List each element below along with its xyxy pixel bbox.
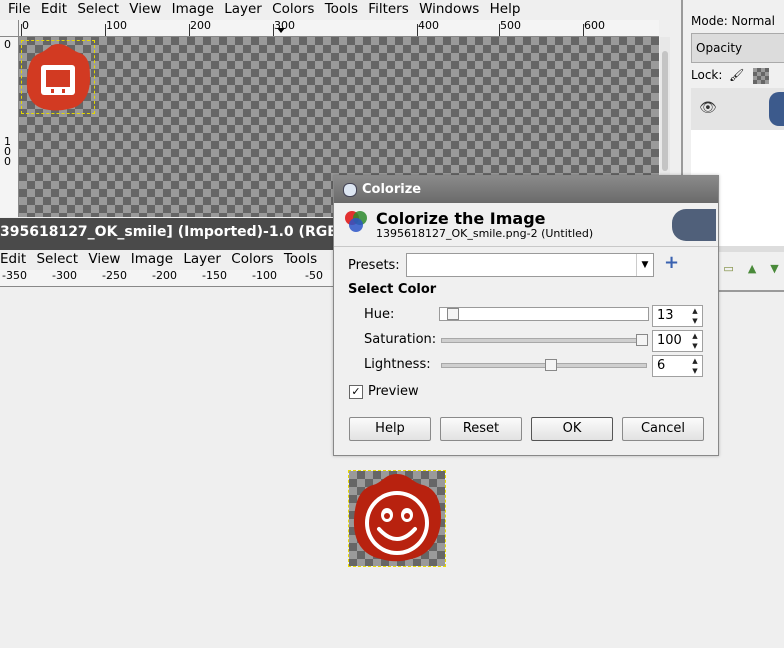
lock-alpha-icon[interactable] [753, 68, 769, 84]
menu-edit[interactable]: Edit [41, 0, 73, 18]
bottom-ruler: -350 -300 -250 -200 -150 -100 -50 [0, 270, 336, 287]
spin-arrows-icon[interactable]: ▲ ▼ [688, 356, 702, 376]
menu-image[interactable]: Image [172, 0, 220, 18]
saturation-value: 100 [657, 333, 682, 348]
menu-layer[interactable]: Layer [183, 250, 227, 268]
menu-view[interactable]: View [88, 250, 126, 268]
menu-colors[interactable]: Colors [231, 250, 279, 268]
lightness-slider-thumb[interactable] [545, 359, 557, 371]
window-titlebar[interactable]: 395618127_OK_smile] (Imported)-1.0 (RGB … [0, 218, 444, 250]
spin-arrows-icon[interactable]: ▲ ▼ [688, 331, 702, 351]
folder-icon[interactable]: ▭ [723, 262, 733, 275]
hue-value: 13 [657, 308, 674, 323]
lightness-value: 6 [657, 358, 666, 373]
top-image-thumb [21, 40, 95, 114]
ruler-ticks [21, 24, 584, 36]
left-ruler: 0 1 0 0 [0, 37, 19, 217]
top-ruler: 0 100 200 300 400 500 600 [19, 20, 659, 37]
cancel-button[interactable]: Cancel [622, 417, 704, 441]
menu-filters[interactable]: Filters [368, 0, 414, 18]
presets-combo[interactable]: ▼ [406, 253, 654, 277]
menu-tools[interactable]: Tools [284, 250, 323, 268]
saturation-spinbox[interactable]: 100 ▲ ▼ [652, 330, 703, 352]
opacity-field[interactable]: Opacity [691, 33, 784, 63]
lightness-spinbox[interactable]: 6 ▲ ▼ [652, 355, 703, 377]
preview-checkbox[interactable]: ✓ [349, 385, 363, 399]
opacity-label: Opacity [696, 41, 743, 55]
saturation-slider-thumb[interactable] [636, 334, 648, 346]
menu-edit[interactable]: Edit [0, 250, 32, 268]
dialog-titlebar[interactable]: Colorize [334, 176, 718, 203]
lightness-slider[interactable] [441, 359, 647, 371]
bottom-image [348, 470, 446, 567]
ruler-label: -350 [2, 270, 27, 282]
bottom-menubar: Edit Select View Image Layer Colors Tool… [0, 250, 336, 268]
menu-image[interactable]: Image [131, 250, 179, 268]
hue-label: Hue: [364, 307, 395, 322]
hue-spinbox[interactable]: 13 ▲ ▼ [652, 305, 703, 327]
hue-slider-thumb[interactable] [447, 308, 459, 320]
saturation-label: Saturation: [364, 332, 437, 347]
top-menubar: File Edit Select View Image Layer Colors… [0, 0, 680, 18]
layer-row[interactable]: 👁 [691, 88, 784, 130]
divider [334, 246, 718, 247]
dialog-heading: Colorize the Image [376, 209, 546, 228]
preview-label: Preview [368, 384, 419, 399]
lock-label: Lock: [691, 68, 723, 82]
raise-layer-icon[interactable]: ▲ [748, 262, 756, 275]
ok-button[interactable]: OK [531, 417, 613, 441]
eye-icon[interactable]: 👁 [699, 100, 717, 116]
gimp-icon [343, 183, 357, 197]
colorize-icon [343, 209, 369, 235]
ruler-label: 0 [4, 155, 11, 168]
colorize-dialog: Colorize Colorize the Image 1395618127_O… [333, 175, 719, 456]
dialog-title: Colorize [362, 182, 422, 197]
lightness-label: Lightness: [364, 357, 431, 372]
menu-file[interactable]: File [0, 0, 37, 18]
reset-button[interactable]: Reset [440, 417, 522, 441]
preview-thumbnail [672, 209, 716, 241]
ruler-label: -150 [202, 270, 227, 282]
ruler-corner[interactable] [0, 20, 19, 37]
ruler-label: -100 [252, 270, 277, 282]
lower-layer-icon[interactable]: ▼ [770, 262, 778, 275]
layer-thumbnail [769, 92, 784, 126]
add-preset-icon[interactable]: + [664, 253, 679, 273]
menu-tools[interactable]: Tools [325, 0, 364, 18]
menu-windows[interactable]: Windows [419, 0, 485, 18]
ruler-label: -300 [52, 270, 77, 282]
dialog-subheading: 1395618127_OK_smile.png-2 (Untitled) [376, 227, 594, 240]
menu-colors[interactable]: Colors [272, 0, 320, 18]
hue-slider[interactable] [439, 307, 649, 321]
saturation-slider[interactable] [441, 334, 648, 346]
help-button[interactable]: Help [349, 417, 431, 441]
menu-view[interactable]: View [129, 0, 167, 18]
menu-help[interactable]: Help [490, 0, 527, 18]
spin-arrows-icon[interactable]: ▲ ▼ [688, 306, 702, 326]
menu-layer[interactable]: Layer [224, 0, 268, 18]
menu-select[interactable]: Select [77, 0, 125, 18]
paintbrush-icon[interactable]: 🖌 [729, 68, 744, 82]
menu-select[interactable]: Select [36, 250, 84, 268]
presets-label: Presets: [348, 258, 400, 273]
ruler-label: -200 [152, 270, 177, 282]
ruler-label: 0 [4, 38, 11, 51]
chevron-down-icon[interactable]: ▼ [636, 254, 653, 276]
section-title: Select Color [348, 282, 437, 297]
ruler-label: -50 [305, 270, 323, 282]
mode-label[interactable]: Mode: Normal [691, 14, 775, 28]
ruler-label: -250 [102, 270, 127, 282]
